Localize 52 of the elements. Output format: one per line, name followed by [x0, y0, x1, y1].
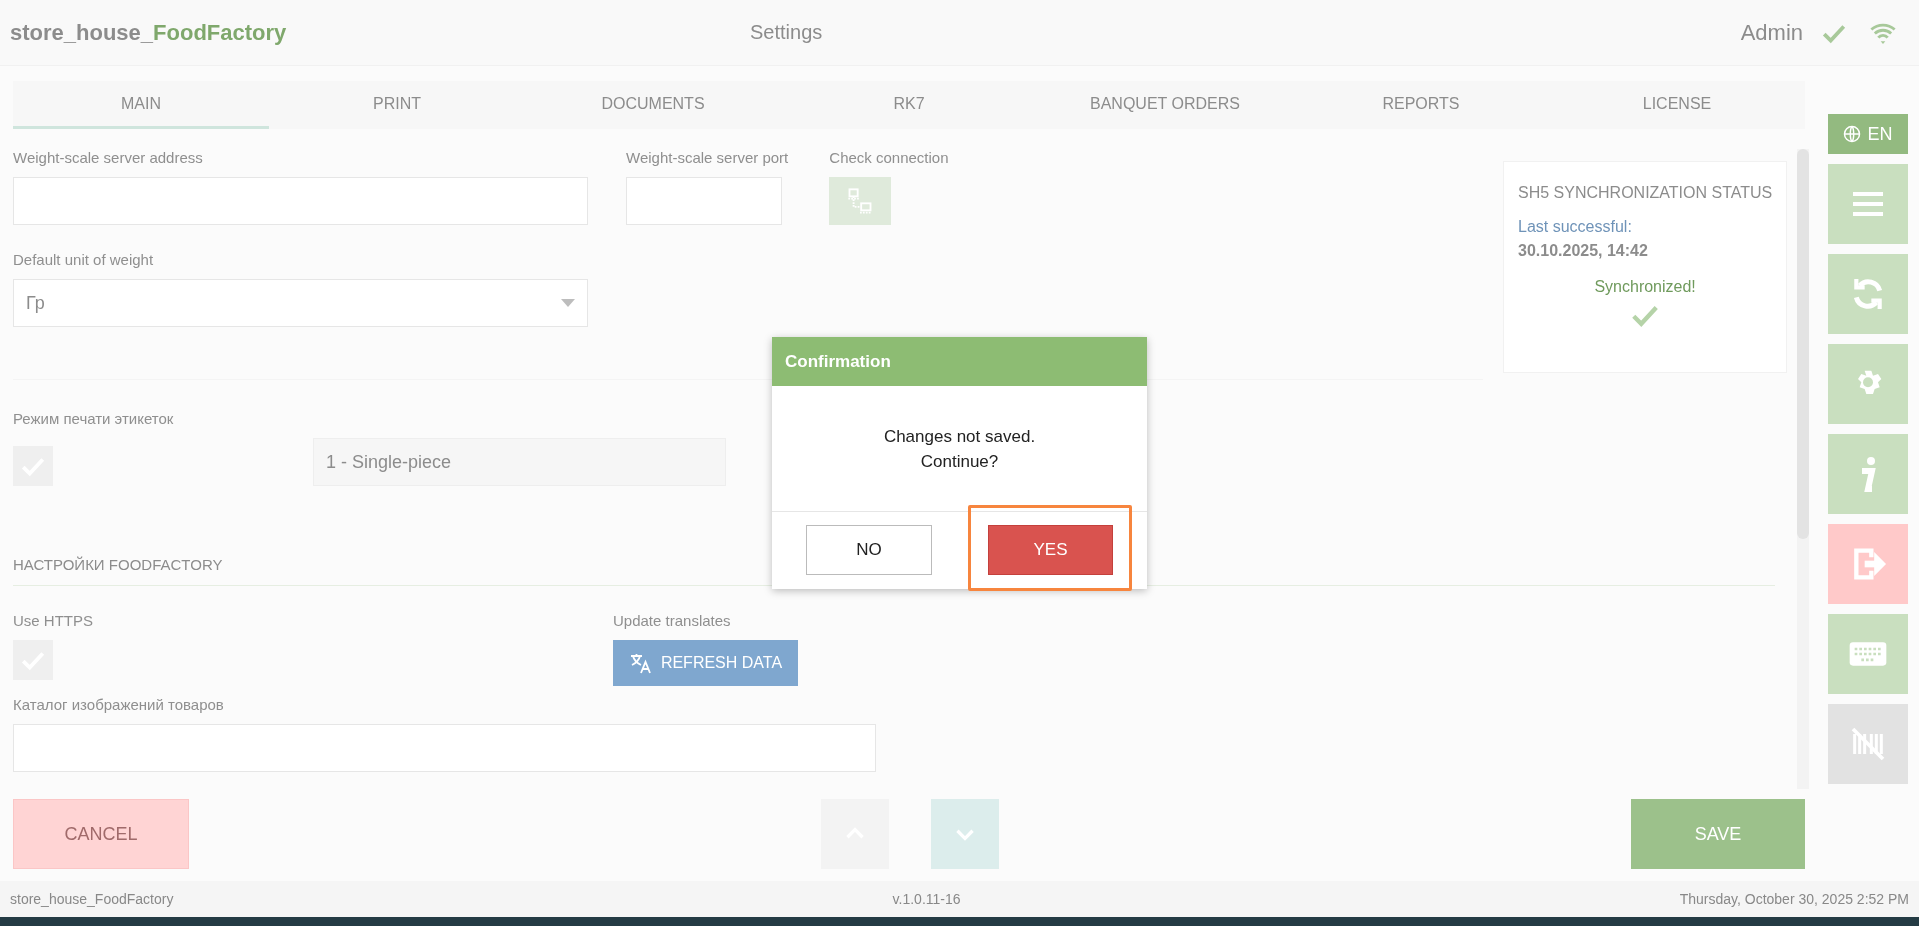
info-icon [1860, 456, 1876, 492]
sync-button[interactable] [1828, 254, 1908, 334]
dialog-message: Changes not saved. Continue? [772, 386, 1147, 512]
keyboard-button[interactable] [1828, 614, 1908, 694]
catalog-field[interactable] [13, 724, 876, 772]
tab[interactable]: BANQUET ORDERS [1037, 81, 1293, 129]
scrollbar[interactable] [1797, 149, 1810, 789]
settings-button[interactable] [1828, 344, 1908, 424]
info-button[interactable] [1828, 434, 1908, 514]
last-sync-value: 30.10.2025, 14:42 [1518, 242, 1649, 260]
tab[interactable]: RK7 [781, 81, 1037, 129]
tab[interactable]: PRINT [269, 81, 525, 129]
unit-select[interactable]: Гр [13, 279, 588, 327]
save-button[interactable]: SAVE [1631, 799, 1805, 869]
sync-status-title: SH5 SYNCHRONIZATION STATUS [1518, 184, 1773, 202]
tab[interactable]: MAIN [13, 81, 269, 129]
menu-button[interactable] [1828, 164, 1908, 244]
tab[interactable]: DOCUMENTS [525, 81, 781, 129]
sync-state: Synchronized! [1594, 278, 1696, 296]
user-name: Admin [1740, 19, 1803, 46]
logout-button[interactable] [1828, 524, 1908, 604]
address-field[interactable] [13, 177, 588, 225]
app-name: store_house_FoodFactory [10, 19, 288, 46]
field-label: Update translates [613, 612, 732, 631]
field-label: Check connection [829, 149, 949, 168]
caret-icon [561, 299, 575, 307]
version-label: v.1.0.11-16 [892, 891, 961, 907]
no-button[interactable]: NO [806, 525, 932, 575]
field-label: Default unit of weight [13, 251, 155, 270]
datetime-label: Thursday, October 30, 2025 2:52 PM [1679, 891, 1909, 907]
globe-icon [1843, 125, 1862, 143]
translate-icon [628, 651, 653, 675]
yes-button[interactable]: YES [988, 525, 1113, 575]
barcode-off-button[interactable] [1828, 704, 1908, 784]
port-field[interactable] [626, 177, 782, 225]
dialog-title: Confirmation [772, 337, 1147, 386]
tab[interactable]: LICENSE [1549, 81, 1805, 129]
refresh-data-button[interactable]: REFRESH DATA [613, 640, 798, 686]
field-label: Режим печати этикеток [13, 410, 175, 429]
field-label: Weight-scale server port [626, 149, 789, 168]
check-connection-button[interactable] [829, 177, 892, 225]
last-sync-label: Last successful: [1518, 218, 1633, 236]
language-button[interactable]: EN [1828, 114, 1908, 154]
field-label: Weight-scale server address [13, 149, 204, 168]
field-label: Use HTTPS [13, 612, 94, 631]
cancel-button[interactable]: CANCEL [13, 799, 189, 869]
app-label: store_house_FoodFactory [10, 891, 174, 907]
label-mode-field: 1 - Single-piece [313, 438, 726, 486]
page-title: Settings [750, 21, 824, 44]
tab[interactable]: REPORTS [1293, 81, 1549, 129]
field-label: Каталог изображений товаров [13, 696, 225, 715]
scroll-down-button[interactable] [931, 799, 999, 869]
